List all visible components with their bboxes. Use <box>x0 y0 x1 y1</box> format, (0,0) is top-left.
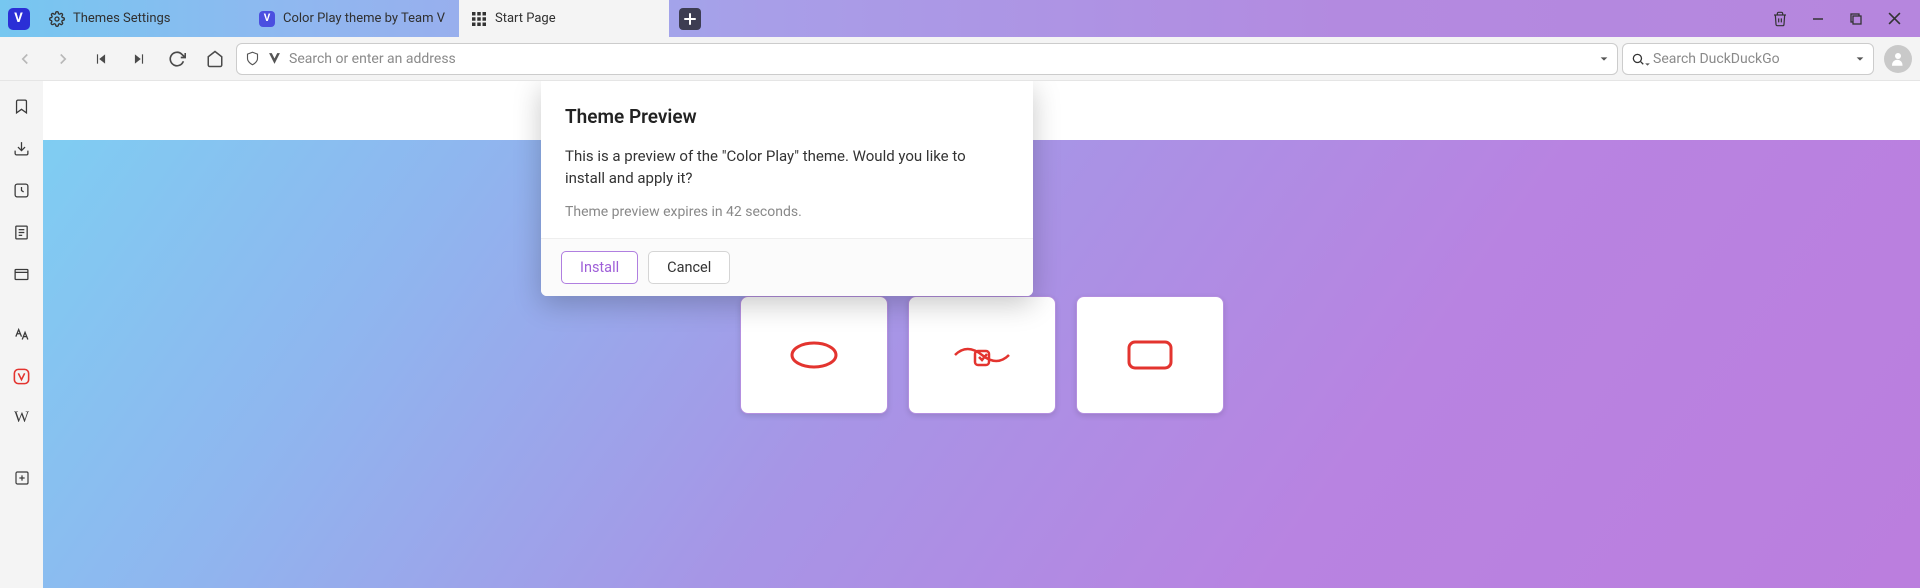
apps-icon <box>471 11 487 27</box>
panel-wikipedia[interactable]: W <box>7 403 37 433</box>
panel-translate[interactable] <box>7 319 37 349</box>
trash-button[interactable] <box>1762 0 1798 37</box>
caret-down-icon <box>1599 54 1609 64</box>
plus-icon <box>684 13 696 25</box>
translate-icon <box>13 326 30 343</box>
window-controls <box>1762 0 1920 37</box>
dialog-title: Theme Preview <box>565 105 1009 128</box>
panel-history[interactable] <box>7 175 37 205</box>
reload-button[interactable] <box>160 42 194 76</box>
content-area: Theme Preview This is a preview of the "… <box>43 81 1920 588</box>
toolbar <box>0 37 1920 81</box>
fast-forward-button[interactable] <box>122 42 156 76</box>
window-icon <box>13 266 30 283</box>
main: W Theme Preview This is a preview of the… <box>0 81 1920 588</box>
close-icon <box>1888 12 1901 25</box>
skip-forward-icon <box>132 52 146 66</box>
tab-label: Color Play theme by Team V <box>283 11 445 26</box>
panel-vivaldi[interactable] <box>7 361 37 391</box>
rewind-button[interactable] <box>84 42 118 76</box>
dialog-footer: Install Cancel <box>541 238 1033 296</box>
speed-dial-cards <box>740 296 1224 414</box>
panel-downloads[interactable] <box>7 133 37 163</box>
dialog-subtext: Theme preview expires in 42 seconds. <box>565 204 1009 220</box>
cancel-button[interactable]: Cancel <box>648 251 730 284</box>
tab-label: Themes Settings <box>73 11 171 26</box>
home-button[interactable] <box>198 42 232 76</box>
speed-dial-card[interactable] <box>740 296 888 414</box>
plus-square-icon <box>14 470 30 486</box>
bookmark-icon <box>13 98 30 115</box>
new-tab-button[interactable] <box>679 8 701 30</box>
download-icon <box>13 140 30 157</box>
search-dropdown-button[interactable] <box>1855 49 1865 68</box>
trash-icon <box>1772 11 1788 27</box>
home-icon <box>206 50 224 68</box>
vivaldi-logo-icon: V <box>8 8 30 30</box>
vivaldi-icon: V <box>259 11 275 27</box>
tabstrip: Themes Settings V Color Play theme by Te… <box>37 0 1762 37</box>
chevron-right-icon <box>54 50 72 68</box>
gear-icon <box>49 11 65 27</box>
address-input[interactable] <box>289 51 1591 67</box>
search-bar[interactable] <box>1622 43 1874 75</box>
vivaldi-v-icon[interactable] <box>268 52 281 65</box>
close-button[interactable] <box>1876 0 1912 37</box>
minimize-button[interactable] <box>1800 0 1836 37</box>
clock-icon <box>13 182 30 199</box>
panel-add[interactable] <box>7 463 37 493</box>
address-dropdown-button[interactable] <box>1599 49 1609 68</box>
reload-icon <box>168 50 186 68</box>
forward-button[interactable] <box>46 42 80 76</box>
panel-notes[interactable] <box>7 217 37 247</box>
notes-icon <box>13 224 30 241</box>
minimize-icon <box>1812 13 1824 25</box>
back-button[interactable] <box>8 42 42 76</box>
tab-start-page[interactable]: Start Page <box>459 0 669 37</box>
profile-button[interactable] <box>1884 45 1912 73</box>
install-button[interactable]: Install <box>561 251 638 284</box>
titlebar: V Themes Settings V Color Play theme by … <box>0 0 1920 37</box>
panel-bookmarks[interactable] <box>7 91 37 121</box>
maximize-icon <box>1850 13 1862 25</box>
vivaldi-shield-icon <box>12 367 31 386</box>
panel-bar: W <box>0 81 43 588</box>
search-input[interactable] <box>1653 51 1847 67</box>
maximize-button[interactable] <box>1838 0 1874 37</box>
tab-themes-settings[interactable]: Themes Settings <box>37 0 247 37</box>
shield-icon[interactable] <box>245 51 260 66</box>
tab-label: Start Page <box>495 11 556 26</box>
dialog-text: This is a preview of the "Color Play" th… <box>565 146 1009 190</box>
address-bar[interactable] <box>236 43 1618 75</box>
theme-preview-dialog: Theme Preview This is a preview of the "… <box>541 81 1033 296</box>
person-icon <box>1889 50 1907 68</box>
search-engine-button[interactable] <box>1631 52 1645 66</box>
caret-down-icon <box>1855 54 1865 64</box>
skip-back-icon <box>94 52 108 66</box>
vivaldi-menu-button[interactable]: V <box>0 0 37 37</box>
speed-dial-card[interactable] <box>908 296 1056 414</box>
tab-color-play[interactable]: V Color Play theme by Team V <box>247 0 459 37</box>
chevron-left-icon <box>16 50 34 68</box>
speed-dial-card[interactable] <box>1076 296 1224 414</box>
wikipedia-icon: W <box>14 409 29 427</box>
panel-window[interactable] <box>7 259 37 289</box>
